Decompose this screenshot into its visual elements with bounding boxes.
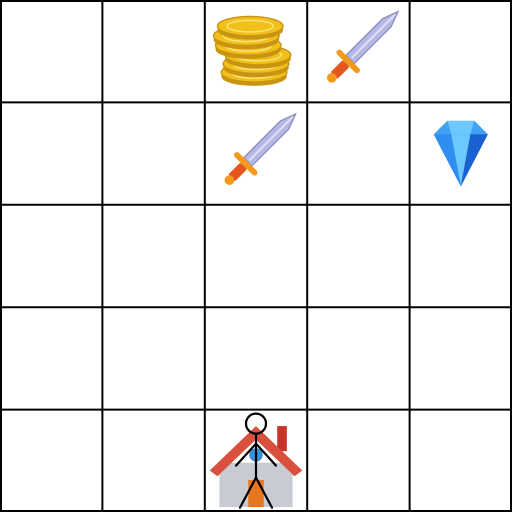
grid-cell-r4-c1[interactable] bbox=[102, 410, 204, 512]
grid-cell-r3-c2[interactable] bbox=[205, 307, 307, 409]
coins-icon bbox=[212, 15, 292, 86]
grid-cell-r2-c1[interactable] bbox=[102, 205, 204, 307]
grid-cell-r3-c4[interactable] bbox=[410, 307, 512, 409]
grid-cell-r0-c4[interactable] bbox=[410, 0, 512, 102]
grid-cell-r1-c1[interactable] bbox=[102, 102, 204, 204]
grid-cell-r0-c1[interactable] bbox=[102, 0, 204, 102]
grid-cell-r2-c4[interactable] bbox=[410, 205, 512, 307]
grid-cell-r3-c0[interactable] bbox=[0, 307, 102, 409]
grid-cell-r3-c1[interactable] bbox=[102, 307, 204, 409]
grid-cell-r4-c3[interactable] bbox=[307, 410, 409, 512]
grid-cell-r1-c0[interactable] bbox=[0, 102, 102, 204]
grid-cell-r4-c0[interactable] bbox=[0, 410, 102, 512]
game-board bbox=[0, 0, 512, 512]
grid-cell-r0-c0[interactable] bbox=[0, 0, 102, 102]
grid-cell-r2-c2[interactable] bbox=[205, 205, 307, 307]
grid-cell-r3-c3[interactable] bbox=[307, 307, 409, 409]
grid-cell-r1-c3[interactable] bbox=[307, 102, 409, 204]
grid-cell-r4-c4[interactable] bbox=[410, 410, 512, 512]
grid-cell-r2-c3[interactable] bbox=[307, 205, 409, 307]
grid-cell-r2-c0[interactable] bbox=[0, 205, 102, 307]
